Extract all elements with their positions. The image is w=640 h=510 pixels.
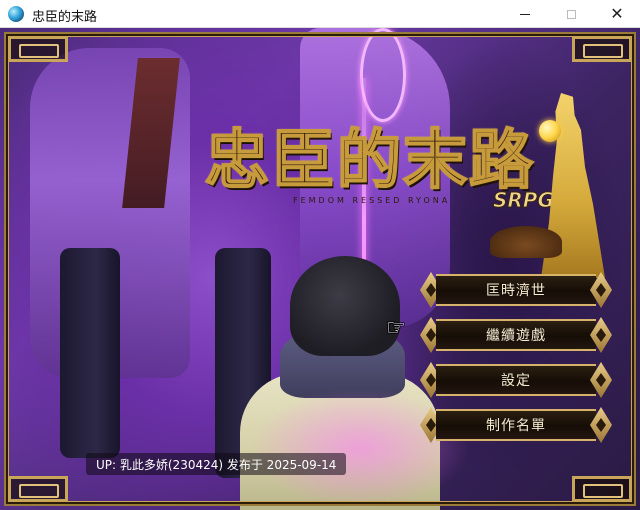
logo-subtitle: FEMDOM RESSED RYONA xyxy=(293,196,451,205)
menu-continue[interactable]: 繼續遊戲 xyxy=(420,317,612,353)
corner-ornament-top-right xyxy=(572,36,632,62)
window-title: 忠臣的末路 xyxy=(32,10,98,25)
logo-kneeling-silhouette xyxy=(490,226,562,258)
menu-label: 繼續遊戲 xyxy=(486,328,546,344)
kneeling-character-hat xyxy=(290,256,400,356)
menu-new-game[interactable]: 匡時濟世 xyxy=(420,272,612,308)
globe-icon xyxy=(8,6,24,22)
pointing-hand-icon: ☞ xyxy=(386,316,406,341)
close-icon: ✕ xyxy=(610,4,624,23)
minimize-button[interactable] xyxy=(502,0,548,28)
game-canvas[interactable]: 忠臣的末路 FEMDOM RESSED RYONA SRPG 匡時濟世 繼續遊戲 xyxy=(0,28,640,510)
minimize-icon xyxy=(520,13,530,15)
magic-glow xyxy=(250,388,470,508)
title-bar[interactable]: 忠臣的末路 ✕ xyxy=(0,0,640,28)
upload-notice: UP: 乳此多娇(230424) 发布于 2025-09-14 xyxy=(86,453,347,475)
corner-ornament-top-left xyxy=(8,36,68,62)
menu-label: 制作名單 xyxy=(486,418,546,434)
menu-bar: 設定 xyxy=(436,364,596,396)
corner-ornament-bottom-left xyxy=(8,476,68,502)
menu-label: 匡時濟世 xyxy=(486,283,546,299)
menu-label: 設定 xyxy=(501,373,531,389)
upload-notice-text: UP: 乳此多娇(230424) 发布于 2025-09-14 xyxy=(96,457,337,472)
logo-orb xyxy=(539,120,561,142)
maximize-icon xyxy=(566,9,576,19)
menu-credits[interactable]: 制作名單 xyxy=(420,407,612,443)
corner-ornament-bottom-right xyxy=(572,476,632,502)
logo-title: 忠臣的末路 xyxy=(204,123,535,198)
close-button[interactable]: ✕ xyxy=(594,0,640,28)
logo-genre-tag: SRPG xyxy=(493,188,555,213)
menu-settings[interactable]: 設定 xyxy=(420,362,612,398)
character-boot-left xyxy=(60,248,120,458)
maximize-button[interactable] xyxy=(548,0,594,28)
game-window: 忠臣的末路 ✕ 忠臣的末路 FEMDOM RESSED RYONA SRPG 匡… xyxy=(0,0,640,510)
menu-bar: 制作名單 xyxy=(436,409,596,441)
menu-bar: 繼續遊戲 xyxy=(436,319,596,351)
rope-loop xyxy=(360,28,406,122)
game-logo: 忠臣的末路 FEMDOM RESSED RYONA SRPG xyxy=(204,123,554,236)
menu-bar: 匡時濟世 xyxy=(436,274,596,306)
